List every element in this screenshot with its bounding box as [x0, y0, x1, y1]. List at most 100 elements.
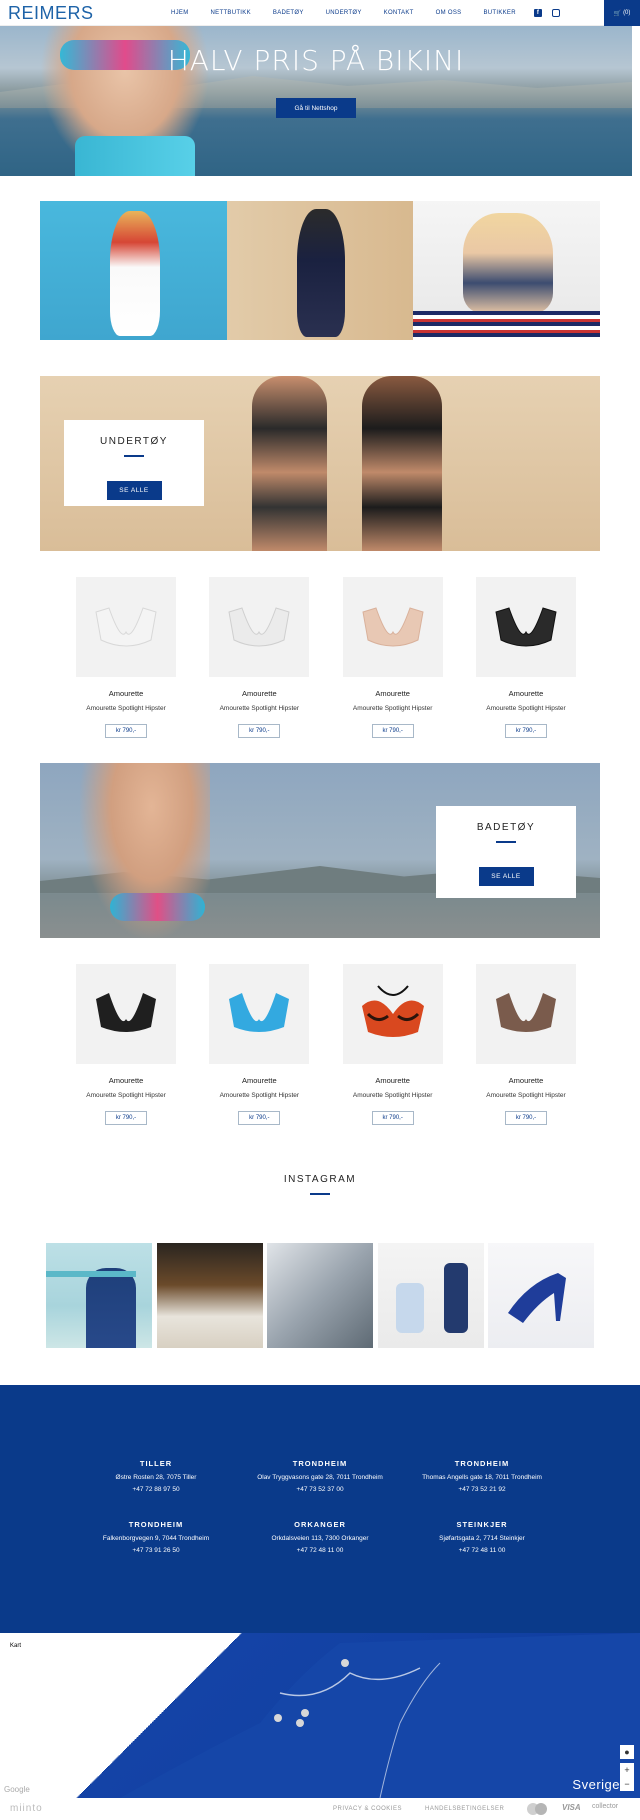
collector-logo: collector	[592, 1803, 619, 1810]
nav-item-kontakt[interactable]: KONTAKT	[373, 10, 425, 16]
product-brand: Amourette	[108, 689, 144, 698]
instagram-photo[interactable]	[267, 1243, 373, 1348]
product-price[interactable]: kr 790,-	[371, 1111, 414, 1125]
facebook-icon[interactable]: f	[533, 9, 542, 17]
bikini-top-icon	[96, 993, 156, 1032]
store-city: STEINKJER	[456, 1520, 508, 1529]
halter-top-shape	[361, 1000, 424, 1037]
store-item: STEINKJER Sjøfartsgata 2, 7714 Steinkjer…	[382, 1520, 582, 1554]
privacy-link[interactable]: PRIVACY & COOKIES	[333, 1806, 402, 1812]
instagram-photo[interactable]	[46, 1243, 152, 1348]
product-price[interactable]: kr 790,-	[371, 724, 414, 738]
product-price[interactable]: kr 790,-	[504, 1111, 547, 1125]
badetoy-products: Amourette Amourette Spotlight Hipster kr…	[76, 964, 576, 1125]
product-image[interactable]	[475, 964, 576, 1064]
nav-item-badetoy[interactable]: BADETØY	[262, 10, 315, 16]
product-name[interactable]: Amourette Spotlight Hipster	[209, 1092, 309, 1099]
product-price[interactable]: kr 790,-	[105, 1111, 147, 1125]
product-price[interactable]: kr 790,-	[105, 724, 147, 738]
map-marker	[274, 1714, 282, 1722]
halter-top-icon	[361, 985, 424, 1037]
cart-button[interactable]: 🛒 (0)	[604, 0, 640, 26]
product-image[interactable]	[475, 577, 576, 677]
bra-shape	[362, 607, 424, 647]
bikini-top-icon	[229, 993, 290, 1032]
product-name[interactable]: Amourette Spotlight Hipster	[343, 705, 443, 712]
instagram-divider	[310, 1193, 330, 1195]
map-country-label: Sverige	[572, 1777, 620, 1792]
product-price[interactable]: kr 790,-	[504, 724, 547, 738]
product-image[interactable]	[342, 964, 443, 1064]
badetoy-banner: BADETØY SE ALLE	[40, 763, 600, 938]
nav-item-butikker[interactable]: BUTIKKER	[472, 10, 526, 16]
lookbook-photo-2[interactable]	[226, 201, 414, 340]
product-image[interactable]	[209, 964, 310, 1064]
product-name[interactable]: Amourette Spotlight Hipster	[209, 705, 309, 712]
nav-item-undertoy[interactable]: UNDERTØY	[315, 10, 373, 16]
store-map[interactable]: Kart ● + − Google Sverige	[0, 1633, 640, 1798]
bikini-top-shape	[96, 993, 156, 1032]
nav-item-nettbutikk[interactable]: NETTBUTIKK	[200, 10, 262, 16]
bra-shape	[495, 607, 557, 647]
product-image[interactable]	[76, 577, 176, 677]
product-name[interactable]: Amourette Spotlight Hipster	[476, 1092, 576, 1099]
lookbook-photo-1[interactable]	[40, 201, 227, 340]
instagram-photo[interactable]	[377, 1243, 484, 1348]
map-zoom-in-button[interactable]: +	[620, 1763, 634, 1777]
bikini-top-shape	[495, 993, 556, 1032]
cart-count: (0)	[623, 10, 631, 16]
product-card[interactable]: Amourette Amourette Spotlight Hipster kr…	[475, 964, 576, 1125]
badetoy-bikini	[110, 893, 205, 921]
map-terrain	[0, 1633, 640, 1798]
product-card[interactable]: Amourette Amourette Spotlight Hipster kr…	[342, 577, 443, 738]
product-card[interactable]: Amourette Amourette Spotlight Hipster kr…	[76, 577, 176, 738]
product-image[interactable]	[342, 577, 443, 677]
instagram-icon[interactable]	[551, 9, 560, 17]
instagram-title: INSTAGRAM	[283, 1174, 357, 1185]
hero-shop-button[interactable]: Gå til Nettshop	[276, 98, 356, 118]
badetoy-title: BADETØY	[476, 822, 536, 833]
miinto-logo[interactable]: miinto	[10, 1803, 43, 1814]
store-phone[interactable]: +47 73 52 21 92	[382, 1486, 582, 1493]
undertoy-see-all-button[interactable]: SE ALLE	[106, 481, 162, 500]
brand-logo[interactable]: REIMERS	[8, 3, 94, 24]
undertoy-model-1	[252, 376, 327, 551]
lookbook-strip	[40, 201, 601, 340]
product-card[interactable]: Amourette Amourette Spotlight Hipster kr…	[209, 577, 310, 738]
store-address[interactable]: Thomas Angells gate 18, 7011 Trondheim	[382, 1474, 582, 1481]
product-brand: Amourette	[375, 689, 410, 698]
site-header: REIMERS HJEM NETTBUTIKK BADETØY UNDERTØY…	[0, 0, 640, 26]
store-phone[interactable]: +47 72 48 11 00	[382, 1547, 582, 1554]
product-price[interactable]: kr 790,-	[238, 724, 281, 738]
product-brand: Amourette	[375, 1076, 410, 1085]
instagram-photo[interactable]	[156, 1243, 263, 1348]
product-name[interactable]: Amourette Spotlight Hipster	[476, 705, 576, 712]
map-pegman-icon[interactable]: ●	[620, 1745, 634, 1759]
product-card[interactable]: Amourette Amourette Spotlight Hipster kr…	[209, 964, 310, 1125]
map-marker	[301, 1709, 309, 1717]
cart-icon: 🛒	[613, 10, 622, 17]
badetoy-see-all-button[interactable]: SE ALLE	[478, 867, 534, 886]
instagram-photo[interactable]	[488, 1243, 594, 1348]
product-name[interactable]: Amourette Spotlight Hipster	[76, 705, 176, 712]
main-nav: HJEM NETTBUTIKK BADETØY UNDERTØY KONTAKT…	[160, 0, 565, 26]
store-address[interactable]: Sjøfartsgata 2, 7714 Steinkjer	[382, 1535, 582, 1542]
product-card[interactable]: Amourette Amourette Spotlight Hipster kr…	[76, 964, 176, 1125]
undertoy-model-2	[362, 376, 442, 551]
lookbook-photo-3[interactable]	[413, 201, 601, 340]
terms-link[interactable]: HANDELSBETINGELSER	[425, 1806, 504, 1812]
product-price[interactable]: kr 790,-	[238, 1111, 281, 1125]
product-name[interactable]: Amourette Spotlight Hipster	[343, 1092, 443, 1099]
nav-item-hjem[interactable]: HJEM	[160, 10, 200, 16]
product-image[interactable]	[76, 964, 176, 1064]
product-name[interactable]: Amourette Spotlight Hipster	[76, 1092, 176, 1099]
product-card[interactable]: Amourette Amourette Spotlight Hipster kr…	[475, 577, 576, 738]
visa-icon: VISA	[562, 1803, 581, 1812]
hero-banner: HALV PRIS PÅ BIKINI Gå til Nettshop	[0, 26, 632, 176]
nav-item-om-oss[interactable]: OM OSS	[425, 10, 473, 16]
product-brand: Amourette	[508, 689, 544, 698]
bottom-bar: miinto PRIVACY & COOKIES HANDELSBETINGEL…	[0, 1798, 640, 1820]
map-zoom-out-button[interactable]: −	[620, 1777, 634, 1791]
product-card[interactable]: Amourette Amourette Spotlight Hipster kr…	[342, 964, 443, 1125]
product-image[interactable]	[209, 577, 310, 677]
